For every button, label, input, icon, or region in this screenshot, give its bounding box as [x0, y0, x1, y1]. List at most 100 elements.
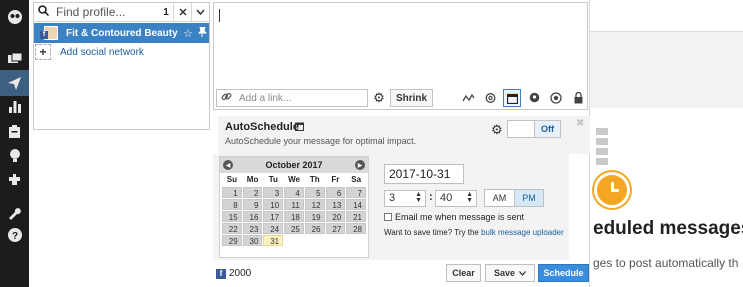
bulk-uploader-link[interactable]: bulk message uploader: [481, 228, 564, 237]
owl-logo-icon[interactable]: [0, 4, 29, 30]
empty-state-title: eduled messages: [593, 218, 743, 239]
calendar-day[interactable]: 25: [284, 223, 304, 234]
add-link-placeholder: Add a link...: [239, 92, 292, 104]
calendar-day[interactable]: 8: [222, 199, 242, 210]
clear-button[interactable]: Clear: [446, 264, 481, 282]
streams-icon[interactable]: [0, 46, 29, 72]
autoschedule-title: AutoSchedule: [225, 121, 299, 133]
close-icon[interactable]: ✖: [576, 118, 584, 129]
calendar-day[interactable]: 19: [304, 211, 325, 222]
schedule-button[interactable]: Schedule: [538, 264, 589, 282]
calendar-day[interactable]: 2: [242, 187, 263, 198]
am-pm-toggle: AM PM: [484, 189, 544, 207]
pm-button[interactable]: PM: [514, 190, 543, 206]
chevron-down-icon[interactable]: [191, 2, 209, 22]
autoschedule-toggle[interactable]: Off: [507, 120, 561, 138]
date-input[interactable]: 2017-10-31: [384, 164, 464, 184]
text-caret: [219, 9, 220, 22]
attachment-icon[interactable]: [481, 89, 499, 107]
minute-value: 40: [440, 192, 453, 204]
prev-month-icon[interactable]: ◀: [223, 160, 233, 170]
help-icon[interactable]: ?: [0, 222, 29, 248]
am-button[interactable]: AM: [485, 190, 514, 206]
autoschedule-section: AutoSchedule AutoSchedule your message f…: [218, 116, 590, 154]
calendar-day[interactable]: 29: [222, 235, 242, 246]
favorite-star-icon[interactable]: ☆: [181, 27, 195, 40]
hour-select[interactable]: 3 ▲ ▼: [384, 190, 426, 207]
save-time-text: Want to save time? Try the: [384, 228, 482, 237]
profile-avatar: [40, 26, 58, 40]
calendar-day[interactable]: 15: [222, 211, 242, 222]
apps-icon[interactable]: [0, 166, 29, 192]
email-notification-option[interactable]: Email me when message is sent: [384, 212, 524, 222]
calendar-day[interactable]: 22: [222, 223, 242, 234]
calendar-day[interactable]: 3: [263, 187, 284, 198]
add-link-input[interactable]: Add a link...: [216, 89, 368, 107]
calendar-day[interactable]: 27: [325, 223, 346, 234]
link-settings-gear-icon[interactable]: ⚙: [371, 89, 387, 107]
next-month-icon[interactable]: ▶: [355, 160, 365, 170]
calendar-day[interactable]: 13: [325, 199, 346, 210]
save-button[interactable]: Save: [485, 264, 535, 282]
calendar-day[interactable]: 16: [242, 211, 263, 222]
calendar-month-label: October 2017: [265, 160, 323, 170]
compose-icon[interactable]: [0, 70, 29, 96]
calendar-day[interactable]: 10: [263, 199, 284, 210]
minute-select[interactable]: 40 ▲ ▼: [435, 190, 477, 207]
targeting-icon[interactable]: [459, 89, 477, 107]
facebook-icon: f: [216, 268, 226, 279]
calendar-day[interactable]: 23: [242, 223, 263, 234]
updown-arrows-icon: ▲ ▼: [466, 191, 473, 204]
calendar-day[interactable]: 6: [325, 187, 346, 198]
clear-selection-button[interactable]: [173, 2, 191, 22]
pin-icon[interactable]: [195, 26, 209, 40]
link-toolbar: Add a link... ⚙ Shrink: [214, 89, 587, 110]
calendar-day[interactable]: 18: [284, 211, 304, 222]
calendar-day[interactable]: 21: [346, 211, 366, 222]
character-count: f 2000: [216, 268, 251, 279]
analytics-icon[interactable]: [0, 94, 29, 120]
calendar-day[interactable]: 30: [242, 235, 263, 246]
calendar-header: ◀ October 2017 ▶: [220, 157, 368, 173]
privacy-globe-icon[interactable]: [547, 89, 565, 107]
selected-profile-item[interactable]: Fit & Contoured Beauty a... ☆: [34, 23, 209, 43]
calendar-day[interactable]: 11: [284, 199, 304, 210]
calendar-day-selected[interactable]: 31: [263, 235, 284, 246]
weekday-header: Mo: [246, 175, 259, 184]
email-checkbox[interactable]: [384, 213, 392, 221]
weekday-header: Tu: [268, 175, 278, 184]
calendar-day[interactable]: 9: [242, 199, 263, 210]
autoschedule-settings-gear-icon[interactable]: ⚙: [491, 122, 503, 138]
calendar-day[interactable]: 14: [346, 199, 366, 210]
autoschedule-calendar-icon: [295, 122, 304, 133]
assignments-icon[interactable]: [0, 118, 29, 144]
calendar-day[interactable]: 17: [263, 211, 284, 222]
weekday-header: Sa: [351, 175, 362, 184]
add-social-network-link[interactable]: Add social network: [51, 47, 144, 58]
calendar-day[interactable]: 20: [325, 211, 346, 222]
calendar-empty-cell: [284, 235, 304, 246]
calendar-day[interactable]: 4: [284, 187, 304, 198]
calendar-day[interactable]: 7: [346, 187, 366, 198]
profile-search-input[interactable]: Find profile...: [52, 5, 159, 19]
shrink-button[interactable]: Shrink: [390, 89, 433, 107]
link-icon: [217, 91, 235, 105]
calendar-day[interactable]: 26: [304, 223, 325, 234]
calendar-day[interactable]: 28: [346, 223, 366, 234]
weekday-header: We: [288, 175, 300, 184]
calendar-day[interactable]: 24: [263, 223, 284, 234]
calendar-day[interactable]: 5: [304, 187, 325, 198]
svg-text:?: ?: [11, 231, 17, 242]
calendar-day[interactable]: 1: [222, 187, 242, 198]
lock-icon[interactable]: [569, 89, 587, 107]
schedule-calendar-icon[interactable]: [503, 89, 521, 107]
weekday-header: Th: [309, 175, 320, 184]
message-textarea[interactable]: Add a link... ⚙ Shrink: [213, 2, 588, 110]
calendar-day[interactable]: 12: [304, 199, 325, 210]
profile-picker: Find profile... 1 Fit & Contoured Beauty…: [33, 2, 210, 130]
campaigns-icon[interactable]: [0, 142, 29, 168]
calendar-grid: Su Mo Tu We Th Fr Sa 1 2 3 4 5 6 7 8 9 10 11 12 13 14 15 16 17 1…: [220, 173, 368, 246]
add-social-network-row[interactable]: + Add social network: [34, 43, 209, 61]
hour-value: 3: [389, 192, 396, 204]
location-pin-icon[interactable]: [525, 89, 543, 107]
